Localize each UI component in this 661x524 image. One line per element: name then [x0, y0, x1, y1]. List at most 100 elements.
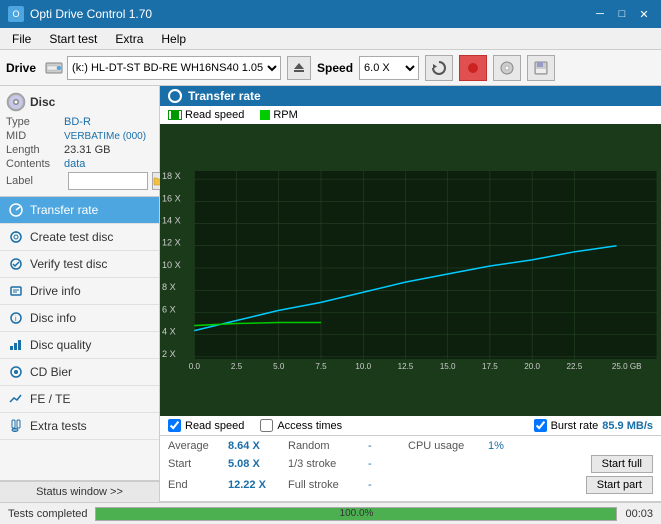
label-label: Label: [6, 175, 64, 187]
disc-image: [6, 92, 26, 112]
eject-button[interactable]: [287, 56, 311, 80]
sidebar-bottom: Status window >>: [0, 480, 159, 502]
full-stroke-value: -: [368, 479, 408, 491]
fe-te-icon: [8, 391, 24, 407]
burst-rate-ctrl: Burst rate 85.9 MB/s: [534, 419, 653, 432]
svg-text:22.5: 22.5: [566, 362, 582, 371]
nav-extra-tests-label: Extra tests: [30, 419, 87, 433]
stats-row-start: Start 5.08 X 1/3 stroke - Start full: [168, 455, 653, 473]
end-label: End: [168, 479, 228, 491]
length-label: Length: [6, 144, 64, 156]
nav-item-disc-info[interactable]: i Disc info: [0, 305, 159, 332]
nav-item-extra-tests[interactable]: Extra tests: [0, 413, 159, 440]
nav-item-verify-test-disc[interactable]: Verify test disc: [0, 251, 159, 278]
extra-tests-icon: [8, 418, 24, 434]
svg-text:0.0: 0.0: [189, 362, 201, 371]
chart-svg: 18 X 16 X 14 X 12 X 10 X 8 X 6 X 4 X 2 X: [162, 126, 657, 414]
sidebar-nav: Transfer rate Create test disc Verify te…: [0, 197, 159, 480]
sidebar: Disc Type BD-R MID VERBATIMe (000) Lengt…: [0, 86, 160, 502]
legend-rpm-label: RPM: [273, 109, 297, 121]
nav-disc-info-label: Disc info: [30, 311, 76, 325]
nav-item-fe-te[interactable]: FE / TE: [0, 386, 159, 413]
read-speed-checkbox[interactable]: [168, 110, 182, 120]
svg-text:20.0: 20.0: [524, 362, 540, 371]
title-bar-left: O Opti Drive Control 1.70: [8, 6, 152, 22]
burst-rate-checkbox[interactable]: [534, 419, 547, 432]
svg-text:7.5: 7.5: [315, 362, 327, 371]
refresh-button[interactable]: [425, 55, 453, 81]
chart-area: 18 X 16 X 14 X 12 X 10 X 8 X 6 X 4 X 2 X: [160, 124, 661, 416]
legend-rpm: RPM: [260, 109, 297, 121]
disc-header: Disc: [6, 92, 153, 112]
red-button[interactable]: [459, 55, 487, 81]
svg-text:15.0: 15.0: [440, 362, 456, 371]
menu-extra[interactable]: Extra: [107, 30, 151, 48]
disc-quality-icon: [8, 337, 24, 353]
speed-select[interactable]: 6.0 X: [359, 56, 419, 80]
disc-mid-row: MID VERBATIMe (000): [6, 130, 153, 142]
app-icon: O: [8, 6, 24, 22]
title-bar-controls: ─ □ ✕: [591, 6, 653, 22]
disc-button[interactable]: [493, 55, 521, 81]
full-stroke-label: Full stroke: [288, 479, 368, 491]
disc-label-row: Label: [6, 172, 153, 190]
nav-item-cd-bier[interactable]: CD Bier: [0, 359, 159, 386]
nav-disc-quality-label: Disc quality: [30, 338, 91, 352]
drive-select[interactable]: (k:) HL-DT-ST BD-RE WH16NS40 1.05: [67, 56, 281, 80]
svg-text:17.5: 17.5: [482, 362, 498, 371]
close-button[interactable]: ✕: [635, 6, 653, 22]
label-input[interactable]: [68, 172, 148, 190]
cpu-usage-value: 1%: [488, 440, 653, 452]
minimize-button[interactable]: ─: [591, 6, 609, 22]
stop-icon: [467, 62, 479, 74]
read-speed-checkbox-ctrl[interactable]: [168, 419, 181, 432]
nav-item-drive-info[interactable]: Drive info: [0, 278, 159, 305]
start-label: Start: [168, 458, 228, 470]
nav-item-create-test-disc[interactable]: Create test disc: [0, 224, 159, 251]
burst-rate-label: Burst rate: [551, 420, 599, 432]
maximize-button[interactable]: □: [613, 6, 631, 22]
toolbar: Drive (k:) HL-DT-ST BD-RE WH16NS40 1.05 …: [0, 50, 661, 86]
svg-text:25.0 GB: 25.0 GB: [612, 362, 642, 371]
nav-verify-test-disc-label: Verify test disc: [30, 257, 107, 271]
stroke13-label: 1/3 stroke: [288, 458, 368, 470]
svg-text:14 X: 14 X: [162, 216, 181, 226]
nav-item-transfer-rate[interactable]: Transfer rate: [0, 197, 159, 224]
progress-text: 100.0%: [96, 508, 616, 520]
svg-text:10.0: 10.0: [355, 362, 371, 371]
start-part-button[interactable]: Start part: [586, 476, 653, 494]
content-area: Transfer rate Read speed RPM 18 X 16 X 1…: [160, 86, 661, 502]
svg-text:18 X: 18 X: [162, 171, 181, 181]
end-value: 12.22 X: [228, 479, 288, 491]
read-speed-ctrl-label: Read speed: [185, 420, 244, 432]
start-full-button[interactable]: Start full: [591, 455, 653, 473]
status-text: Tests completed: [8, 508, 87, 520]
save-button[interactable]: [527, 55, 555, 81]
transfer-rate-icon: [8, 202, 24, 218]
menu-help[interactable]: Help: [153, 30, 194, 48]
read-speed-ctrl: Read speed: [168, 419, 244, 432]
status-window-button[interactable]: Status window >>: [0, 481, 159, 502]
svg-text:16 X: 16 X: [162, 193, 181, 203]
nav-item-disc-quality[interactable]: Disc quality: [0, 332, 159, 359]
disc-type-row: Type BD-R: [6, 116, 153, 128]
disc-info-panel: Disc Type BD-R MID VERBATIMe (000) Lengt…: [0, 86, 159, 197]
status-bar: Tests completed 100.0% 00:03: [0, 502, 661, 524]
progress-bar: 100.0%: [95, 507, 617, 521]
rpm-color-swatch: [260, 110, 270, 120]
access-times-checkbox[interactable]: [260, 419, 273, 432]
speed-label: Speed: [317, 61, 353, 75]
title-bar: O Opti Drive Control 1.70 ─ □ ✕: [0, 0, 661, 28]
chart-spin-icon: [168, 89, 182, 103]
length-value: 23.31 GB: [64, 144, 110, 156]
nav-fe-te-label: FE / TE: [30, 392, 70, 406]
chart-title: Transfer rate: [188, 89, 261, 103]
disc-info-icon: i: [8, 310, 24, 326]
disc-length-row: Length 23.31 GB: [6, 144, 153, 156]
drive-info-icon: [8, 283, 24, 299]
refresh-icon: [431, 60, 447, 76]
menu-file[interactable]: File: [4, 30, 39, 48]
nav-cd-bier-label: CD Bier: [30, 365, 72, 379]
menu-start-test[interactable]: Start test: [41, 30, 105, 48]
app-title: Opti Drive Control 1.70: [30, 7, 152, 21]
